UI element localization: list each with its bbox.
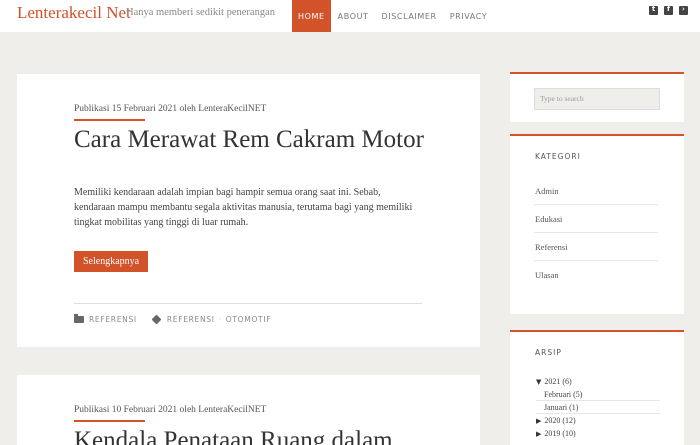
site-title[interactable]: Lenterakecil Net [17,3,131,23]
category-ulasan[interactable]: Ulasan [534,261,658,289]
rss-icon[interactable] [679,5,688,15]
site-tagline: Hanya memberi sedikit penerangan [126,7,275,18]
search-input[interactable]: Type to search [534,88,660,110]
nav-about[interactable]: ABOUT [332,0,375,32]
accent-divider [74,420,145,422]
nav-disclaimer[interactable]: DISCLAIMER [376,0,443,32]
post-footer: REFERENSI REFERENSI · OTOMOTIF [74,314,271,325]
twitter-icon[interactable] [649,5,658,15]
folder-icon [74,314,84,323]
post-excerpt: Memiliki kendaraan adalah impian bagi ha… [74,187,413,228]
triangle-right-icon: ▶ [536,416,542,425]
triangle-down-icon: ▼ [536,377,542,386]
post-meta: Publikasi 10 Februari 2021 oleh LenteraK… [74,405,267,415]
category-list: Admin Edukasi Referensi Ulasan [534,177,658,289]
archive-year-2021[interactable]: ▼ 2021 (6) [536,375,660,388]
nav-home[interactable]: HOME [292,0,331,32]
category-referensi[interactable]: Referensi [534,233,658,261]
site-header: Lenterakecil Net Hanya memberi sedikit p… [0,0,700,32]
archive-year-label: 2020 (12) [544,416,576,425]
category-edukasi[interactable]: Edukasi [534,205,658,233]
post-title[interactable]: Cara Merawat Rem Cakram Motor [74,126,434,153]
post-divider [74,303,422,304]
archive-year-2019[interactable]: ▶ 2019 (10) [536,427,660,440]
main-nav: HOME ABOUT DISCLAIMER PRIVACY [292,0,493,32]
post-tag-link[interactable]: REFERENSI [167,315,215,324]
post-meta: Publikasi 15 Februari 2021 oleh LenteraK… [74,104,267,114]
archive-month-januari[interactable]: Januari (1) [536,401,660,414]
read-more-button[interactable]: Selengkapnya [74,251,149,272]
archive-list: ▼ 2021 (6) Februari (5) Januari (1) ▶ 20… [536,375,660,440]
triangle-right-icon: ▶ [536,429,542,438]
widget-title: ARSIP [535,348,562,357]
category-widget: KATEGORI Admin Edukasi Referensi Ulasan [510,134,684,314]
search-widget: Type to search [510,72,684,122]
tag-separator: · [218,315,222,324]
archive-year-label: 2021 (6) [544,377,572,386]
social-links [649,5,688,15]
post-category-link[interactable]: REFERENSI [89,315,137,324]
category-admin[interactable]: Admin [534,177,658,205]
archive-month-februari[interactable]: Februari (5) [536,388,660,401]
archive-year-label: 2019 (10) [544,429,576,438]
tag-icon [151,314,162,325]
widget-title: KATEGORI [535,152,581,161]
accent-divider [74,119,145,121]
nav-privacy[interactable]: PRIVACY [444,0,494,32]
archive-year-2020[interactable]: ▶ 2020 (12) [536,414,660,427]
post-card: Publikasi 15 Februari 2021 oleh LenteraK… [17,74,480,347]
post-card: Publikasi 10 Februari 2021 oleh LenteraK… [17,375,480,445]
archive-widget: ARSIP ▼ 2021 (6) Februari (5) Januari (1… [510,330,684,445]
facebook-icon[interactable] [664,5,673,15]
post-title[interactable]: Kendala Penataan Ruang dalam [74,427,434,445]
post-tag-link[interactable]: OTOMOTIF [226,315,271,324]
